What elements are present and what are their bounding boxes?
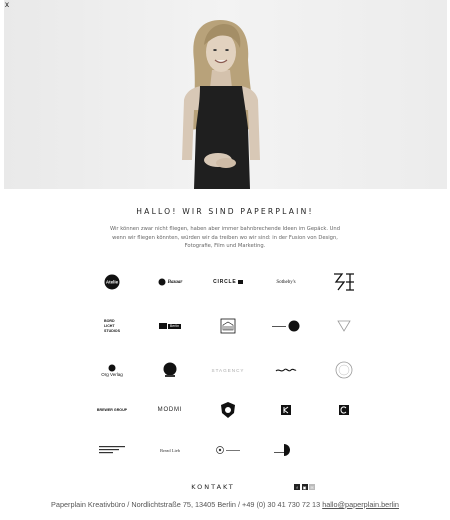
sothebys-label: Sotheby's <box>276 279 296 285</box>
client-logo-bord-licht: BORD LICHT STUDIOS <box>84 311 140 341</box>
circle-text-line <box>272 325 287 327</box>
studio-logo-icon: Atelie <box>104 274 120 290</box>
ring-icon <box>335 361 353 379</box>
brewer-label: BREWER GROUP <box>96 407 128 412</box>
text-block-icon <box>99 446 125 454</box>
half-circle-icon <box>274 444 290 456</box>
client-logo-dot <box>200 435 256 465</box>
hero-photo <box>4 0 447 189</box>
client-logo-crest <box>200 395 256 425</box>
building-icon <box>220 318 236 334</box>
page-headline: HALLO! WIR SIND PAPERPLAIN! <box>136 207 314 216</box>
org-verlag-label: Org Verlag <box>101 371 123 377</box>
client-logo-brewer: BREWER GROUP <box>84 395 140 425</box>
close-button[interactable]: x <box>5 0 9 9</box>
bazaar-icon <box>158 278 166 286</box>
circle-badge <box>238 280 243 284</box>
client-logo-k <box>258 395 314 425</box>
client-logo-bread: Bread Lieb <box>142 435 198 465</box>
org-verlag-icon <box>108 364 116 371</box>
circle-label: CIRCLE <box>213 278 237 285</box>
c-icon <box>339 405 349 415</box>
berlin-label: Berlin <box>168 323 181 329</box>
stagency-label: STAGENCY <box>211 367 245 373</box>
bread-label: Bread Lieb <box>159 447 181 453</box>
art-film-mark <box>334 273 354 291</box>
circle-text-icon <box>288 320 300 332</box>
footer-contact: Paperplain Kreativbüro / Nordlichtstraße… <box>0 500 450 509</box>
client-logo-circle: CIRCLE <box>200 267 256 297</box>
k-icon <box>281 405 291 415</box>
client-logo-building <box>200 311 256 341</box>
kontakt-heading: KONTAKT <box>191 483 235 491</box>
woman-portrait-illustration <box>4 0 447 189</box>
client-logo-circle-text <box>258 311 314 341</box>
client-logo-text-block <box>84 435 140 465</box>
studios-label: STUDIOS <box>104 328 120 333</box>
client-logo-art-film <box>316 267 372 297</box>
bazaar-label: Bazaar <box>167 279 183 285</box>
client-logo-badge <box>142 355 198 385</box>
facebook-icon[interactable]: f <box>294 484 300 490</box>
client-logo-sothebys: Sotheby's <box>258 267 314 297</box>
client-logo-half-circle <box>258 435 314 465</box>
intro-text: Wir können zwar nicht fliegen, haben abe… <box>109 226 341 250</box>
berlin-icon <box>159 323 168 329</box>
social-links: f ▣ ✉ <box>294 484 315 490</box>
client-logo-studio: Atelie <box>84 267 140 297</box>
script-icon <box>275 368 297 372</box>
footer-email-link[interactable]: hallo@paperplain.berlin <box>322 500 399 509</box>
dot-icon <box>216 446 225 454</box>
mail-icon[interactable]: ✉ <box>309 484 315 490</box>
client-logo-triangle <box>316 311 372 341</box>
client-logo-org-verlag: Org Verlag <box>84 355 140 385</box>
client-logo-bazaar: Bazaar <box>142 267 198 297</box>
svg-text:Atelie: Atelie <box>106 280 119 285</box>
triangle-icon <box>337 320 351 332</box>
client-logo-ring <box>316 355 372 385</box>
social-icon-2[interactable]: ▣ <box>301 484 308 490</box>
client-logo-berlin: Berlin <box>142 311 198 341</box>
client-logo-stagency: STAGENCY <box>200 355 256 385</box>
client-logos-grid: Atelie Bazaar CIRCLE Sotheby's BORD LICH… <box>84 267 374 467</box>
client-logo-c <box>316 395 372 425</box>
crest-icon <box>221 402 235 418</box>
client-logo-script <box>258 355 314 385</box>
modmi-label: MODMI <box>157 406 183 413</box>
dot-line <box>225 449 240 451</box>
badge-icon <box>163 362 177 377</box>
footer-address: Paperplain Kreativbüro / Nordlichtstraße… <box>51 500 323 509</box>
client-logo-modmi: MODMI <box>142 395 198 425</box>
